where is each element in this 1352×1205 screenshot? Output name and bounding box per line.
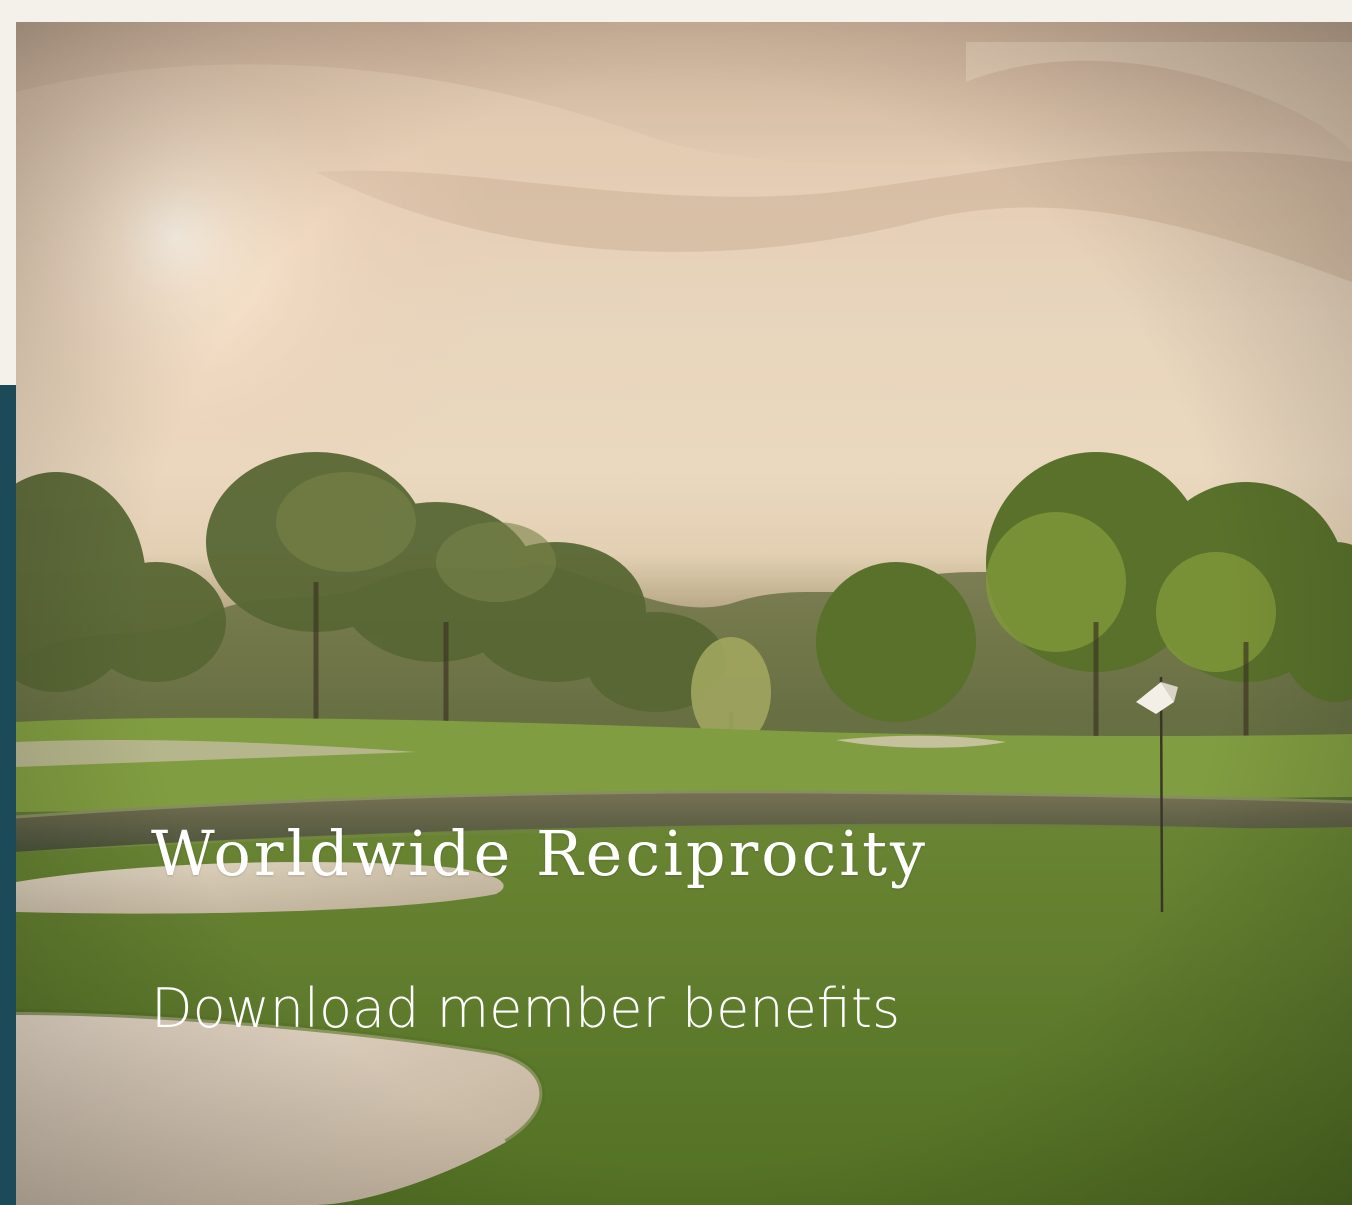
accent-strip (0, 385, 16, 1205)
download-benefits-link[interactable]: Download member benefits (151, 977, 900, 1042)
hero-banner: Worldwide Reciprocity Download member be… (16, 22, 1352, 1205)
hero-title: Worldwide Reciprocity (151, 817, 929, 890)
page: Worldwide Reciprocity Download member be… (0, 0, 1352, 1205)
